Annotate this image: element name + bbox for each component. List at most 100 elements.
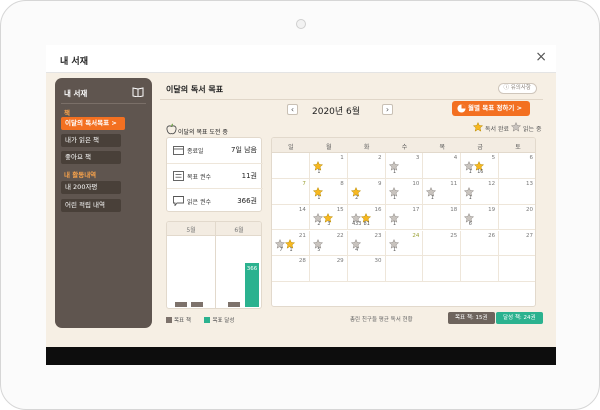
calendar-day[interactable]: 5 1 16 xyxy=(461,153,500,179)
calendar-day[interactable]: 25 xyxy=(423,230,462,257)
sidebar-item-reviews[interactable]: 내 200자평 xyxy=(61,181,121,194)
sidebar-item-read-books[interactable]: 내가 읽은 책 xyxy=(61,134,121,147)
day-number: 12 xyxy=(488,180,496,187)
prev-month-button[interactable]: ‹ xyxy=(287,104,298,115)
calendar-day[interactable]: 31 xyxy=(385,153,424,179)
done-star-icon[interactable]: 3 xyxy=(322,212,333,227)
reading-star-icon[interactable]: 1 xyxy=(388,161,399,175)
sidebar-section-activity: 내 활동내역 xyxy=(64,171,97,179)
notice-button[interactable]: ⓘ 유의사항 xyxy=(497,83,537,94)
mark-count: 3 xyxy=(327,221,331,227)
set-goal-button[interactable]: 월별 목표 정하기 > xyxy=(452,101,530,116)
calendar-weekdays: 일월화수목금토 xyxy=(272,138,535,153)
weekday-label: 수 xyxy=(401,144,408,151)
done-star-icon[interactable]: 1 xyxy=(312,186,323,201)
mark-count: 1 xyxy=(317,195,321,201)
camera-icon xyxy=(296,19,306,29)
day-number: 27 xyxy=(525,232,533,239)
calendar-day[interactable]: 15 2 3 xyxy=(309,204,348,231)
done-star-icon[interactable]: 1 xyxy=(285,238,295,253)
reading-star-icon[interactable]: 5 xyxy=(312,238,323,253)
bar-month-june: 6월 xyxy=(234,227,244,234)
reading-star-icon[interactable]: 1 xyxy=(464,186,475,201)
day-number: 13 xyxy=(525,180,533,187)
calendar-day xyxy=(461,256,500,283)
sidebar-item-liked-books[interactable]: 좋아요 책 xyxy=(61,151,121,164)
bar-june-done-value: 366 xyxy=(246,266,258,272)
weekday-label: 목 xyxy=(439,144,446,151)
mark-count: 1 xyxy=(393,247,397,253)
calendar-day xyxy=(385,256,424,283)
stats-card: 종료일 7일 남음 목표 권수 11권 읽은 권수 366권 xyxy=(166,137,263,213)
close-icon[interactable]: × xyxy=(535,49,547,65)
stat-row-read-count: 읽은 권수 366권 xyxy=(167,188,263,213)
calendar-day[interactable]: 28 xyxy=(272,256,310,283)
mark-count: 5 xyxy=(317,247,321,253)
reading-star-icon[interactable]: 6 xyxy=(464,212,475,227)
calendar-day[interactable]: 12 1 xyxy=(461,178,500,205)
calendar-day[interactable]: 27 xyxy=(499,231,535,257)
calendar-day[interactable]: 23 4 xyxy=(347,230,386,257)
reading-star-icon[interactable]: 1 xyxy=(388,186,399,201)
reading-star-icon[interactable]: 1 xyxy=(426,186,437,201)
stat-value: 366권 xyxy=(237,197,257,205)
sidebar-item-points[interactable]: 어린 적립 내역 xyxy=(61,199,121,212)
calendar-day[interactable]: 16 433 81 xyxy=(347,204,386,231)
next-month-button[interactable]: › xyxy=(382,104,393,115)
calendar-day[interactable]: 20 xyxy=(499,205,535,231)
calendar-day[interactable]: 30 xyxy=(347,256,386,283)
stat-value: 7일 남음 xyxy=(231,146,257,154)
calendar-day[interactable]: 11 xyxy=(309,153,348,179)
stat-value: 11권 xyxy=(241,172,257,180)
calendar-day[interactable]: 10 1 xyxy=(385,178,424,205)
calendar: 일월화수목금토 1 1 2 3 1 4 5 1 16 6 7 8 1 9 2 10 1 11 1 12 1 13 14 15 2… xyxy=(271,137,536,307)
day-number: 1 xyxy=(340,155,344,161)
sidebar-item-monthly-goal[interactable]: 이달의 독서목표 > xyxy=(61,117,125,130)
reading-star-icon[interactable]: 1 xyxy=(388,212,399,227)
reading-star-icon[interactable]: 2 xyxy=(312,212,323,227)
reading-star-icon[interactable]: 7 xyxy=(275,238,285,253)
done-star-icon[interactable]: 81 xyxy=(360,212,371,227)
calendar-day[interactable]: 6 xyxy=(499,153,535,179)
done-star-icon[interactable]: 2 xyxy=(350,186,361,201)
sidebar-divider xyxy=(61,103,146,104)
legend-goal-swatch xyxy=(166,317,172,323)
calendar-day[interactable]: 22 5 xyxy=(309,230,348,257)
day-number: 2 xyxy=(378,155,382,161)
calendar-day[interactable]: 29 xyxy=(309,256,348,283)
reading-star-icon[interactable]: 1 xyxy=(464,161,475,175)
weekday-label: 토 xyxy=(515,144,521,151)
stat-label: 종료일 xyxy=(187,148,204,155)
calendar-day[interactable]: 18 xyxy=(423,204,462,231)
set-goal-label: 월별 목표 정하기 > xyxy=(468,104,523,112)
day-number: 29 xyxy=(336,258,344,265)
reading-star-icon[interactable]: 4 xyxy=(350,238,361,253)
done-star-icon[interactable]: 1 xyxy=(312,161,323,175)
mark-count: 1 xyxy=(289,247,293,253)
done-star-icon[interactable]: 16 xyxy=(474,161,485,175)
day-number: 17 xyxy=(412,206,420,213)
calendar-day[interactable]: 4 xyxy=(423,153,462,179)
challenge-label: 이달의 목표 도전 중 xyxy=(178,129,228,136)
calendar-day[interactable]: 14 xyxy=(272,204,310,231)
calendar-day[interactable]: 26 xyxy=(461,230,500,257)
mark-count: 1 xyxy=(393,221,397,227)
legend-done-swatch xyxy=(204,317,211,323)
calendar-day[interactable]: 92 xyxy=(347,178,386,205)
calendar-day[interactable]: 13 xyxy=(499,179,535,205)
calendar-day[interactable]: 11 1 xyxy=(423,178,462,205)
calendar-day[interactable]: 2 xyxy=(347,153,386,179)
books-icon xyxy=(173,171,184,181)
calendar-day[interactable]: 7 xyxy=(272,178,310,205)
reading-star-icon[interactable]: 1 xyxy=(388,238,399,253)
calendar-day[interactable]: 17 1 xyxy=(385,204,424,231)
sidebar-header[interactable]: 내 서재 xyxy=(61,84,146,102)
weekday-label: 금 xyxy=(477,144,483,151)
reading-star-icon[interactable]: 433 xyxy=(350,212,361,227)
calendar-day[interactable]: 81 xyxy=(309,178,348,205)
stat-label: 읽은 권수 xyxy=(187,199,211,206)
calendar-day[interactable]: 21 7 1 xyxy=(272,230,310,257)
calendar-day[interactable]: 19 6 xyxy=(461,204,500,231)
stat-label: 목표 권수 xyxy=(187,174,211,181)
calendar-day[interactable]: 24 1 xyxy=(385,230,424,257)
